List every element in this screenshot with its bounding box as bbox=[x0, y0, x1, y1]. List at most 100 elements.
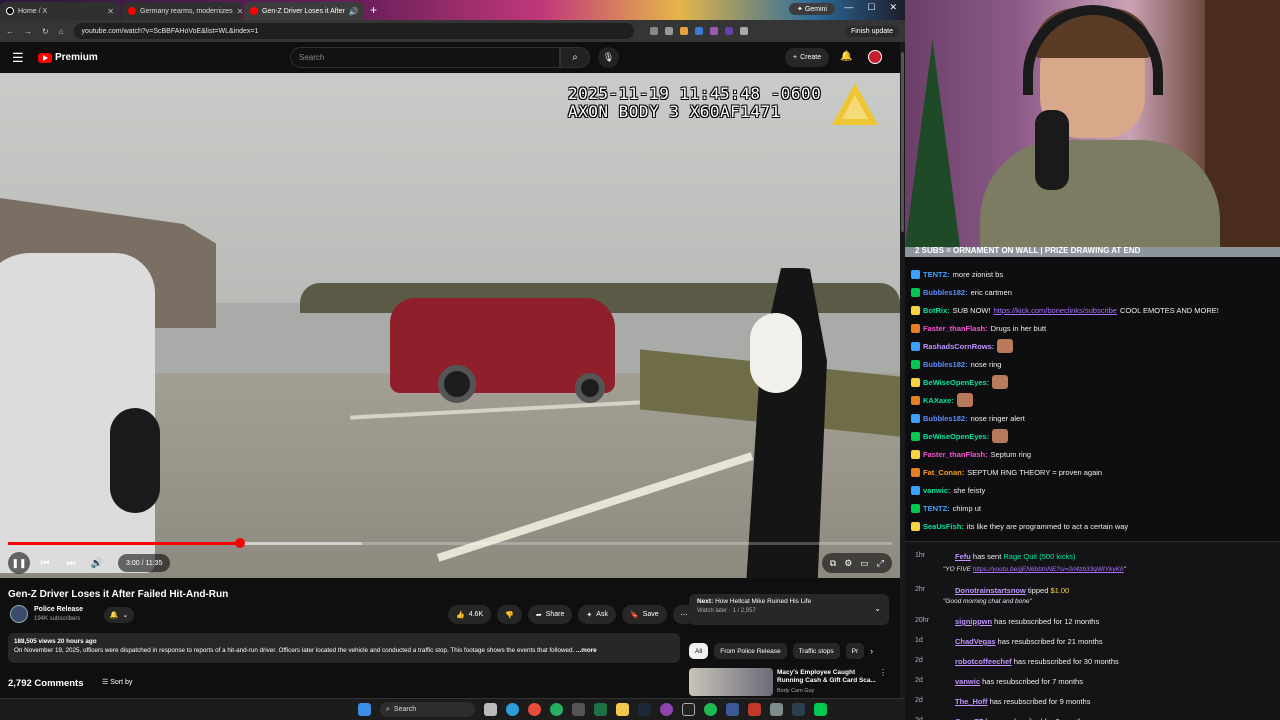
close-tab-icon[interactable]: ✕ bbox=[107, 7, 114, 16]
search-input[interactable]: Search bbox=[290, 47, 560, 68]
scrollbar-thumb[interactable] bbox=[901, 52, 904, 232]
chip-from-channel[interactable]: From Police Release bbox=[714, 643, 787, 659]
show-more-link[interactable]: ...more bbox=[576, 647, 597, 654]
chevron-right-icon[interactable]: › bbox=[870, 646, 873, 656]
windows-start-icon[interactable] bbox=[358, 703, 371, 716]
maximize-icon[interactable]: ☐ bbox=[867, 2, 875, 13]
gemini-button[interactable]: ✦ Gemini bbox=[789, 3, 835, 15]
close-window-icon[interactable]: ✕ bbox=[889, 2, 897, 13]
close-tab-icon[interactable]: ✕ bbox=[237, 7, 242, 16]
chat-username[interactable]: RashadsCornRows: bbox=[923, 342, 994, 351]
chat-username[interactable]: Fat_Conan: bbox=[923, 468, 964, 477]
event-username[interactable]: The_Hoff bbox=[955, 697, 988, 706]
chat-username[interactable]: Faster_thanFlash: bbox=[923, 324, 988, 333]
next-button[interactable]: ⏭ bbox=[60, 552, 82, 574]
volume-button[interactable]: 🔊 bbox=[82, 552, 112, 574]
app-icon[interactable] bbox=[770, 703, 783, 716]
chip-traffic-stops[interactable]: Traffic stops bbox=[792, 643, 840, 659]
chevron-down-icon[interactable]: ⌄ bbox=[874, 604, 881, 613]
event-username[interactable]: ChadVegas bbox=[955, 637, 995, 646]
chat-username[interactable]: Faster_thanFlash: bbox=[923, 450, 988, 459]
tab-germany[interactable]: Germany rearms, modernizes ✕ bbox=[122, 2, 242, 20]
recommended-video[interactable]: Macy's Employee Caught Running Cash & Gi… bbox=[689, 668, 889, 696]
chat-username[interactable]: KAXaxe: bbox=[923, 396, 954, 405]
pause-button[interactable]: ❚❚ bbox=[8, 552, 30, 574]
event-username[interactable]: signippwn bbox=[955, 617, 992, 626]
youtube-logo[interactable]: Premium bbox=[38, 52, 98, 63]
channel-avatar[interactable] bbox=[10, 605, 28, 623]
quote-link[interactable]: https://youtu.be/jjEN6bbtnNE?si=0rl4zb33… bbox=[973, 566, 1124, 573]
dislike-button[interactable]: 👎 bbox=[497, 605, 522, 624]
chat-username[interactable]: TENTZ: bbox=[923, 504, 950, 513]
scrubber-handle[interactable] bbox=[234, 538, 245, 548]
app-icon[interactable] bbox=[792, 703, 805, 716]
chip-partial[interactable]: Pr bbox=[845, 643, 865, 659]
extension-icon[interactable] bbox=[724, 27, 733, 35]
excel-icon[interactable] bbox=[594, 703, 607, 716]
theater-mode-icon[interactable]: ▭ bbox=[860, 558, 869, 569]
reload-icon[interactable]: ↻ bbox=[42, 27, 49, 36]
speaker-icon[interactable]: 🔊 bbox=[349, 7, 359, 16]
like-button[interactable]: 👍 4.6K bbox=[448, 605, 492, 624]
search-button[interactable]: ⌕ bbox=[560, 47, 590, 68]
create-button[interactable]: + Create bbox=[785, 48, 830, 67]
share-button[interactable]: ➦ Share bbox=[527, 605, 573, 624]
taskbar-search[interactable]: ⌕ Search bbox=[380, 702, 475, 717]
account-avatar[interactable] bbox=[868, 50, 882, 64]
back-icon[interactable]: ← bbox=[6, 27, 14, 36]
notifications-bell-icon[interactable]: 🔔 bbox=[840, 51, 852, 62]
subtitles-icon[interactable]: ⧉ bbox=[830, 558, 836, 569]
chat-username[interactable]: Bubbles182: bbox=[923, 288, 968, 297]
file-explorer-icon[interactable] bbox=[616, 703, 629, 716]
spotify-icon[interactable] bbox=[704, 703, 717, 716]
cast-icon[interactable] bbox=[649, 27, 658, 35]
chip-all[interactable]: All bbox=[689, 643, 709, 659]
extension-icon[interactable] bbox=[694, 27, 703, 35]
progress-bar[interactable] bbox=[8, 538, 892, 548]
chat-username[interactable]: SeaUsFish: bbox=[923, 522, 964, 531]
tab-genz-driver[interactable]: Gen-Z Driver Loses it After 🔊 ✕ bbox=[244, 2, 364, 20]
app-icon[interactable] bbox=[572, 703, 585, 716]
subscription-bell-button[interactable]: 🔔 ⌄ bbox=[104, 607, 134, 623]
settings-gear-icon[interactable]: ⚙ bbox=[844, 558, 852, 569]
chat-username[interactable]: BotRix: bbox=[923, 306, 950, 315]
chat-link[interactable]: https://kick.com/boneclinks/subscribe bbox=[994, 306, 1117, 315]
chat-username[interactable]: BeWiseOpenEyes: bbox=[923, 378, 989, 387]
app-icon[interactable] bbox=[660, 703, 673, 716]
chrome-icon[interactable] bbox=[550, 703, 563, 716]
finish-update-button[interactable]: Finish update bbox=[844, 25, 899, 37]
star-icon[interactable] bbox=[664, 27, 673, 35]
description-box[interactable]: 188,505 views 20 hours ago On November 1… bbox=[8, 633, 680, 663]
chat-username[interactable]: Bubbles182: bbox=[923, 360, 968, 369]
save-button[interactable]: 🔖 Save bbox=[621, 605, 667, 624]
task-view-icon[interactable] bbox=[484, 703, 497, 716]
playlist-next-panel[interactable]: Next: How Hellcat Mike Ruined His Life W… bbox=[689, 594, 889, 625]
edge-icon[interactable] bbox=[506, 703, 519, 716]
video-player[interactable]: 2025-11-19 11:45:48 -0600 AXON BODY 3 X6… bbox=[0, 73, 900, 578]
new-tab-icon[interactable]: + bbox=[370, 3, 377, 17]
app-icon[interactable] bbox=[682, 703, 695, 716]
chat-username[interactable]: TENTZ: bbox=[923, 270, 950, 279]
channel-name[interactable]: Police Release bbox=[34, 606, 83, 613]
forward-icon[interactable]: → bbox=[24, 27, 32, 36]
app-icon[interactable] bbox=[726, 703, 739, 716]
chat-username[interactable]: Bubbles182: bbox=[923, 414, 968, 423]
close-tab-icon[interactable]: ✕ bbox=[363, 7, 364, 16]
chrome-icon[interactable] bbox=[528, 703, 541, 716]
tab-x[interactable]: Home / X ✕ bbox=[0, 2, 120, 20]
event-username[interactable]: vanwic bbox=[955, 677, 980, 686]
fullscreen-icon[interactable]: ⤢ bbox=[877, 558, 884, 569]
extension-icon[interactable] bbox=[739, 27, 748, 35]
previous-button[interactable]: ⏮ bbox=[30, 552, 60, 574]
extension-icon[interactable] bbox=[709, 27, 718, 35]
voice-search-button[interactable]: 🎙 bbox=[598, 47, 619, 68]
app-icon[interactable] bbox=[748, 703, 761, 716]
event-username[interactable]: Fefu bbox=[955, 552, 971, 561]
event-username[interactable]: Donotrainstartsnow bbox=[955, 586, 1026, 595]
url-field[interactable]: youtube.com/watch?v=ScBBFAHoVoE&list=WL&… bbox=[73, 23, 634, 39]
ask-button[interactable]: ✦ Ask bbox=[578, 605, 616, 624]
sort-by-button[interactable]: ☰ Sort by bbox=[102, 678, 132, 686]
app-icon[interactable] bbox=[814, 703, 827, 716]
menu-icon[interactable]: ☰ bbox=[12, 50, 26, 66]
chat-username[interactable]: vanwic: bbox=[923, 486, 951, 495]
